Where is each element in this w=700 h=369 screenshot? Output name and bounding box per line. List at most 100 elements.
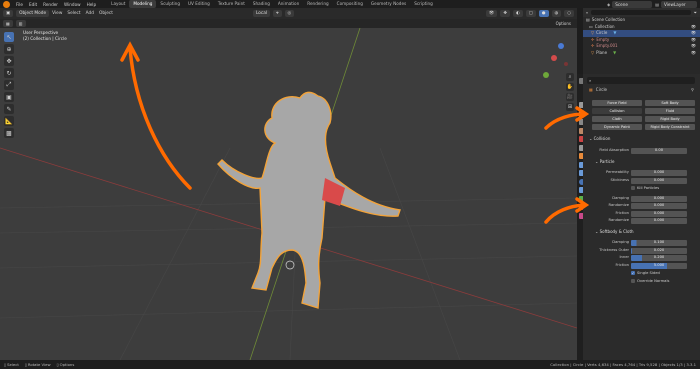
checkbox-icon[interactable] — [631, 186, 635, 190]
blender-window: File Edit Render Window Help Layout Mode… — [0, 0, 700, 369]
xray-icon[interactable]: ▢ — [525, 10, 536, 17]
measure-tool-icon[interactable]: 📐 — [4, 116, 14, 126]
checkmark-icon[interactable]: ✓ — [631, 271, 635, 275]
sb-damping-slider[interactable]: 0.100 — [631, 240, 687, 246]
force-field-button[interactable]: Force Field — [592, 100, 642, 106]
select-box-icon[interactable]: ▦ — [3, 20, 13, 27]
mouse-middle-icon: ▯ — [24, 362, 27, 367]
object-name: Circle — [595, 87, 608, 92]
scene-selector[interactable]: Scene — [612, 0, 653, 8]
zoom-icon[interactable]: ⌕ — [566, 73, 574, 81]
rigid-body-constraint-button[interactable]: Rigid Body Constraint — [645, 124, 695, 130]
options-menu[interactable]: Options — [556, 21, 571, 26]
viewport-info: User Perspective (2) Collection | Circle — [23, 30, 67, 42]
override-normals-checkbox[interactable]: Override Normals — [631, 279, 669, 283]
shading-rendered-icon[interactable]: ○ — [564, 10, 574, 17]
select-extend-icon[interactable]: ▥ — [15, 20, 26, 27]
tab-rendering[interactable]: Rendering — [303, 0, 332, 8]
blender-logo-icon[interactable] — [3, 0, 10, 8]
tab-sculpting[interactable]: Sculpting — [156, 0, 184, 8]
friction-label: Friction — [615, 211, 629, 215]
transform-tool-icon[interactable]: ▣ — [4, 92, 14, 102]
shading-material-icon[interactable]: ◍ — [551, 10, 562, 17]
tab-animation[interactable]: Animation — [274, 0, 303, 8]
add-cube-tool-icon[interactable]: ▩ — [4, 128, 14, 138]
single-sided-checkbox[interactable]: ✓ Single Sided — [631, 271, 660, 275]
tab-uv-editing[interactable]: UV Editing — [184, 0, 214, 8]
dynamic-paint-button[interactable]: Dynamic Paint — [592, 124, 642, 130]
tab-modeling[interactable]: Modeling — [129, 0, 157, 8]
tab-layout[interactable]: Layout — [107, 0, 129, 8]
tab-scripting[interactable]: Scripting — [410, 0, 437, 8]
editor-type-button[interactable]: ▣ — [3, 10, 14, 17]
cursor-tool-icon[interactable]: ⊕ — [4, 44, 14, 54]
3d-viewport[interactable]: User Perspective (2) Collection | Circle… — [0, 28, 577, 360]
inner-slider[interactable]: 0.200 — [631, 255, 687, 261]
softbody-cloth-section-header[interactable]: ⌄ Softbody & Cloth — [595, 229, 634, 234]
randomize-input[interactable]: 0.000 — [631, 203, 687, 209]
viewport-scene[interactable] — [0, 28, 577, 360]
transform-orientation[interactable]: Local — [252, 10, 271, 17]
tab-shading[interactable]: Shading — [249, 0, 274, 8]
select-menu[interactable]: Select — [67, 11, 80, 16]
tool-shelf: ↖ ⊕ ✥ ↻ ⤢ ▣ ✎ 📐 ▩ — [4, 32, 16, 140]
snap-icon[interactable]: ⌖ — [273, 10, 282, 17]
rotate-tool-icon[interactable]: ↻ — [4, 68, 14, 78]
overlay-icon[interactable]: ◐ — [512, 10, 523, 17]
soft-body-button[interactable]: Soft Body — [645, 100, 695, 106]
menu-edit[interactable]: Edit — [29, 2, 37, 7]
menu-help[interactable]: Help — [87, 2, 97, 7]
pan-icon[interactable]: ✋ — [566, 83, 574, 91]
randomize-friction-input[interactable]: 0.000 — [631, 218, 687, 224]
gizmo-icon[interactable]: ✥ — [500, 10, 510, 17]
mode-selector[interactable]: Object Mode — [16, 10, 50, 17]
stickiness-input[interactable]: 0.000 — [631, 178, 687, 184]
proportional-edit-icon[interactable]: ◎ — [284, 10, 295, 17]
tab-geometry-nodes[interactable]: Geometry Nodes — [367, 0, 410, 8]
field-absorption-input[interactable]: 0.00 — [631, 148, 687, 154]
rigid-body-button[interactable]: Rigid Body — [645, 116, 695, 122]
menu-window[interactable]: Window — [64, 2, 81, 7]
viewlayer-selector[interactable]: ViewLayer — [661, 0, 697, 8]
menu-file[interactable]: File — [16, 2, 23, 7]
collision-button[interactable]: Collision — [592, 108, 642, 114]
select-tool-icon[interactable]: ↖ — [4, 32, 14, 42]
damping-input[interactable]: 0.000 — [631, 196, 687, 202]
add-menu[interactable]: Add — [86, 11, 94, 16]
visibility-eye-icon[interactable]: 👁 — [691, 50, 696, 57]
visibility-icon[interactable]: 👁 — [485, 10, 498, 17]
friction-input[interactable]: 0.000 — [631, 211, 687, 217]
outliner-item-plane[interactable]: ▽ Plane ▼ 👁 — [583, 50, 700, 57]
funnel-icon[interactable]: ⏷ — [694, 10, 697, 15]
thickness-outer-slider[interactable]: 0.020 — [631, 248, 687, 254]
damping-label: Damping — [612, 196, 629, 200]
checkbox-icon[interactable] — [631, 279, 635, 283]
status-select: Select — [7, 362, 19, 367]
outliner-search-input[interactable] — [591, 10, 691, 15]
filter-icon[interactable]: ▿ — [586, 10, 588, 15]
particle-section-header[interactable]: ⌄ Particle — [595, 159, 614, 164]
permeability-input[interactable]: 0.000 — [631, 170, 687, 176]
mesh-icon: ▽ — [591, 49, 595, 55]
tab-compositing[interactable]: Compositing — [333, 0, 367, 8]
cloth-button[interactable]: Cloth — [592, 116, 642, 122]
collision-section-header[interactable]: ⌄ Collision — [589, 136, 610, 141]
fluid-button[interactable]: Fluid — [645, 108, 695, 114]
properties-search[interactable]: ⌕ — [587, 77, 695, 84]
move-tool-icon[interactable]: ✥ — [4, 56, 14, 66]
tab-texture-paint[interactable]: Texture Paint — [214, 0, 249, 8]
sb-friction-slider[interactable]: 5.000 — [631, 263, 687, 269]
view-menu[interactable]: View — [52, 11, 62, 16]
kill-particles-checkbox[interactable]: Kill Particles — [631, 186, 659, 190]
navigation-gizmo[interactable] — [543, 43, 568, 78]
annotation-arrows-right — [544, 106, 590, 224]
shading-solid-icon[interactable]: ● — [538, 10, 549, 17]
scale-tool-icon[interactable]: ⤢ — [4, 80, 14, 90]
annotate-tool-icon[interactable]: ✎ — [4, 104, 14, 114]
pin-icon[interactable]: ⚲ — [691, 87, 694, 92]
menu-render[interactable]: Render — [43, 2, 58, 7]
object-menu[interactable]: Object — [99, 11, 113, 16]
active-object-label: (2) Collection | Circle — [23, 36, 67, 41]
circle-mesh-character[interactable] — [217, 91, 401, 309]
scene-icon: ◈ — [607, 1, 611, 7]
